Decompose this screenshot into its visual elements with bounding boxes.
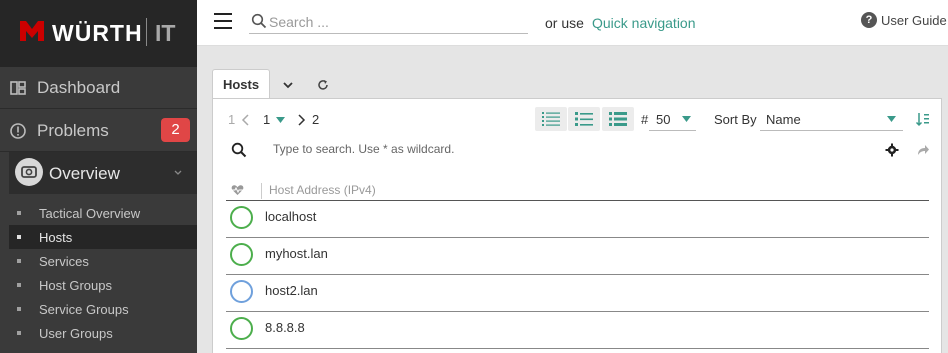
problems-icon (10, 123, 26, 139)
refresh-icon[interactable] (316, 78, 330, 92)
share-icon[interactable] (916, 143, 930, 157)
sidebar-subitem-label: Host Groups (39, 278, 112, 293)
sidebar-subitem-tactical-overview[interactable]: Tactical Overview (9, 201, 197, 225)
host-name: localhost (265, 209, 317, 224)
sidebar-subitem-label: Tactical Overview (39, 206, 141, 221)
bullet-icon (17, 235, 21, 239)
gear-icon[interactable] (885, 143, 899, 157)
compact-list-icon (575, 112, 593, 126)
sidebar-subitem-user-groups[interactable]: User Groups (9, 321, 197, 345)
search-icon (251, 13, 267, 29)
sidebar-item-problems[interactable]: Problems 2 (0, 110, 197, 152)
pager-last[interactable]: 2 (312, 112, 319, 127)
host-name: 8.8.8.8 (265, 320, 305, 335)
top-bar: or use Quick navigation ? User Guide (197, 0, 948, 46)
bullet-icon (17, 283, 21, 287)
bullet-icon (17, 307, 21, 311)
host-state-indicator (230, 317, 253, 340)
sidebar-subitem-label: Services (39, 254, 89, 269)
sort-by-select[interactable]: Name (760, 108, 903, 131)
help-icon: ? (861, 12, 877, 28)
limit-hash-label: # (641, 112, 649, 127)
brand-suffix: IT (155, 20, 176, 46)
view-list-button[interactable] (535, 107, 567, 131)
global-search (249, 10, 528, 34)
sort-by-label: Sort By (714, 112, 757, 127)
sidebar-subitem-services[interactable]: Services (9, 249, 197, 273)
table-row[interactable]: myhost.lan (226, 238, 929, 275)
filter-input[interactable]: Type to search. Use * as wildcard. (273, 142, 454, 156)
camera-icon (15, 158, 43, 186)
caret-down-icon (682, 116, 691, 122)
page-limit-value: 50 (656, 112, 671, 127)
quick-navigation-link[interactable]: Quick navigation (592, 15, 696, 31)
sidebar-subitem-service-groups[interactable]: Service Groups (9, 297, 197, 321)
logo[interactable]: WÜRTH IT (0, 0, 197, 67)
sidebar-item-overview[interactable]: Overview (9, 152, 197, 194)
chevron-right-icon[interactable] (296, 114, 306, 126)
page-limit-select[interactable]: 50 (649, 108, 696, 131)
host-state-indicator (230, 243, 253, 266)
or-use-text: or use (545, 15, 584, 31)
user-guide-label: User Guide (881, 13, 947, 28)
pager-first[interactable]: 1 (228, 112, 235, 127)
table-row[interactable]: localhost (226, 201, 929, 238)
view-detailed-button[interactable] (602, 107, 634, 131)
host-state-indicator (230, 206, 253, 229)
menu-toggle-button[interactable] (214, 13, 232, 29)
hamburger-line (214, 27, 232, 29)
sidebar-item-label: Problems (37, 121, 109, 140)
search-input[interactable] (269, 12, 524, 32)
sidebar-item-dashboard[interactable]: Dashboard (0, 67, 197, 109)
hamburger-line (214, 13, 232, 15)
host-name: host2.lan (265, 283, 318, 298)
brand-name: WÜRTH (52, 20, 143, 46)
sort-direction-icon[interactable] (915, 111, 931, 127)
search-icon (231, 142, 247, 158)
column-header-host-address[interactable]: Host Address (IPv4) (269, 183, 376, 197)
wurth-logo-icon (20, 21, 44, 41)
sidebar-subitem-hosts[interactable]: Hosts (9, 225, 197, 249)
brand-divider (146, 18, 147, 46)
tab-menu-chevron-icon[interactable] (281, 78, 295, 92)
column-divider (261, 183, 262, 199)
pager-current[interactable]: 1 (263, 112, 270, 127)
sidebar-subitem-host-groups[interactable]: Host Groups (9, 273, 197, 297)
sidebar-subitem-label: Service Groups (39, 302, 129, 317)
view-compact-button[interactable] (568, 107, 600, 131)
dashboard-icon (10, 81, 26, 95)
tab-hosts[interactable]: Hosts (212, 69, 270, 100)
sidebar-item-label: Dashboard (37, 78, 121, 97)
caret-down-icon[interactable] (276, 117, 285, 123)
hamburger-line (214, 20, 232, 22)
bullet-icon (17, 211, 21, 215)
chevron-down-icon (174, 170, 182, 175)
list-icon (542, 112, 560, 126)
detailed-list-icon (609, 112, 627, 126)
heartbeat-icon (231, 185, 244, 195)
chevron-left-icon[interactable] (241, 114, 251, 126)
host-name: myhost.lan (265, 246, 328, 261)
problems-count-badge: 2 (161, 118, 190, 142)
bullet-icon (17, 259, 21, 263)
table-row[interactable]: host2.lan (226, 275, 929, 312)
sort-by-value: Name (766, 112, 801, 127)
table-row[interactable]: 8.8.8.8 (226, 312, 929, 349)
sidebar-subitem-label: Hosts (39, 230, 73, 245)
caret-down-icon (887, 116, 896, 122)
sidebar-item-label: Overview (49, 164, 120, 183)
sidebar: WÜRTH IT Dashboard Problems 2 Overview T… (0, 0, 197, 353)
sidebar-subitem-label: User Groups (39, 326, 113, 341)
bullet-icon (17, 331, 21, 335)
host-state-indicator (230, 280, 253, 303)
